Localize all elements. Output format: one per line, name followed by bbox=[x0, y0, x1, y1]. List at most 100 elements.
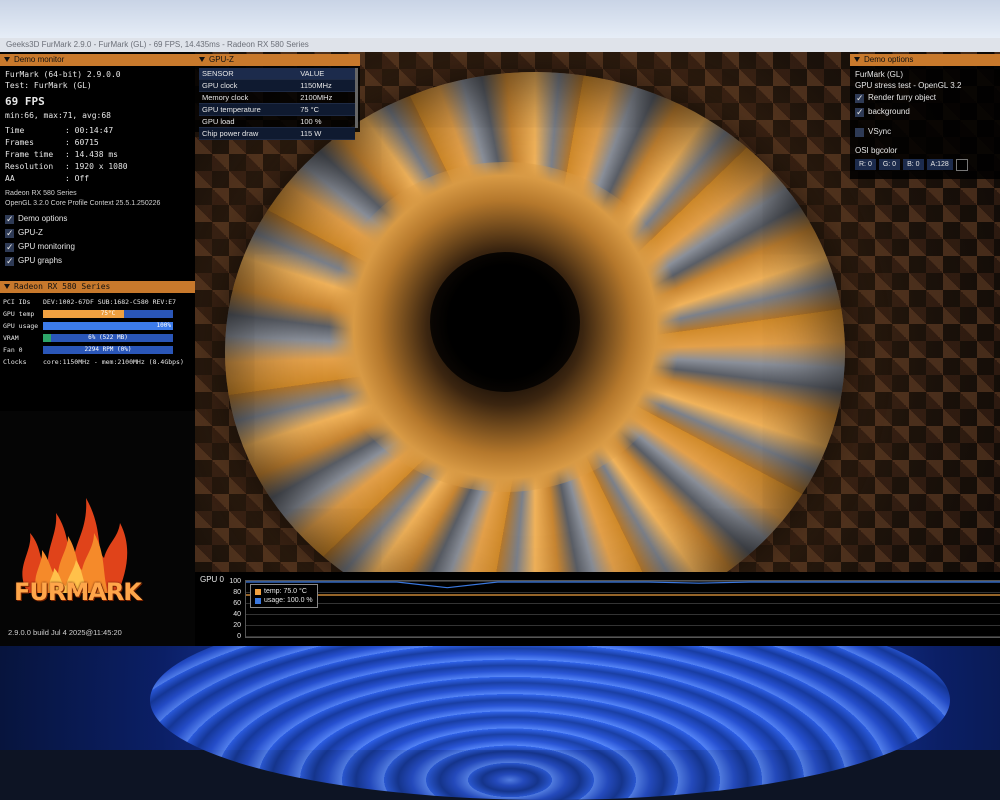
legend-swatch bbox=[255, 588, 261, 595]
vram-label: VRAM bbox=[3, 334, 19, 342]
stat-row: Time : 00:14:47 bbox=[5, 125, 190, 137]
gpu-usage-label: GPU usage bbox=[3, 322, 39, 330]
fan-label: Fan 0 bbox=[3, 346, 23, 354]
sensor-cell: GPU temperature bbox=[199, 103, 298, 116]
checkbox-label: Render furry object bbox=[868, 93, 937, 102]
stat-row: Frame time: 14.438 ms bbox=[5, 149, 190, 161]
checkbox-gpuz[interactable]: GPU-Z bbox=[5, 226, 190, 240]
graph-y-axis: 100 80 60 40 20 0 bbox=[225, 576, 241, 642]
collapse-triangle-icon[interactable] bbox=[199, 57, 205, 62]
table-row: GPU load 100 % bbox=[199, 115, 355, 128]
demo-options-panel: Demo options FurMark (GL) GPU stress tes… bbox=[850, 54, 1000, 179]
table-row: Chip power draw 115 W bbox=[199, 127, 355, 140]
checkbox-label: GPU graphs bbox=[18, 256, 63, 265]
sensor-cell: GPU load bbox=[199, 115, 298, 128]
checkbox-label: VSync bbox=[868, 127, 892, 136]
gpu-temp-bar: 75°C bbox=[43, 310, 173, 318]
stat-row: Frames: 60715 bbox=[5, 137, 190, 149]
gpuz-panel: GPU-Z SENSOR VALUE GPU clock 1150MHz Memor… bbox=[195, 54, 360, 140]
gpuz-scrollbar[interactable] bbox=[355, 68, 358, 128]
osi-color-swatch[interactable] bbox=[955, 159, 968, 171]
logo-text: FURMARK bbox=[14, 578, 142, 606]
checkbox-label: GPU monitoring bbox=[18, 242, 75, 251]
checkbox-icon[interactable] bbox=[855, 127, 864, 137]
checkbox-label: GPU-Z bbox=[18, 228, 43, 237]
gpu-temp-row: GPU temp 75°C bbox=[0, 308, 195, 320]
collapse-triangle-icon[interactable] bbox=[854, 57, 860, 62]
checkbox-label: background bbox=[868, 107, 910, 116]
value-cell: 1150MHz bbox=[297, 79, 355, 92]
pci-value: DEV:1002-67DF SUB:1682-C580 REV:E7 bbox=[43, 298, 177, 306]
value-cell: 100 % bbox=[297, 115, 355, 128]
checkbox-gpu-monitoring[interactable]: GPU monitoring bbox=[5, 240, 190, 254]
clocks-label: Clocks bbox=[3, 358, 27, 366]
value-cell: 2100MHz bbox=[297, 91, 355, 104]
gpuz-header[interactable]: GPU-Z bbox=[195, 54, 360, 66]
col-value: VALUE bbox=[297, 68, 355, 80]
osi-g-field[interactable]: G: 0 bbox=[878, 159, 901, 170]
checkbox-background[interactable]: background bbox=[855, 105, 995, 119]
donut-hole bbox=[430, 252, 580, 392]
checkbox-render-furry[interactable]: Render furry object bbox=[855, 91, 995, 105]
checkbox-icon[interactable] bbox=[5, 212, 14, 226]
y-tick: 60 bbox=[233, 600, 241, 607]
checkbox-gpu-graphs[interactable]: GPU graphs bbox=[5, 254, 190, 268]
collapse-triangle-icon[interactable] bbox=[4, 57, 10, 62]
opengl-info: OpenGL 3.2.0 Core Profile Context 25.5.1… bbox=[5, 200, 161, 207]
checkbox-icon[interactable] bbox=[5, 240, 14, 254]
demo-monitor-title: Demo monitor bbox=[14, 55, 65, 64]
checkbox-icon[interactable] bbox=[5, 254, 14, 268]
sensor-cell: Chip power draw bbox=[199, 127, 298, 140]
legend-item-usage: usage: 100.0 % bbox=[255, 596, 313, 605]
checkbox-vsync[interactable]: VSync bbox=[855, 125, 995, 139]
osi-label: OSI bgcolor bbox=[855, 146, 898, 155]
demo-options-header[interactable]: Demo options bbox=[850, 54, 1000, 66]
fps-value: 69 FPS bbox=[5, 95, 45, 108]
table-row: GPU temperature 75 °C bbox=[199, 103, 355, 116]
series-line-1 bbox=[246, 581, 1000, 589]
pci-row: PCI IDs DEV:1002-67DF SUB:1682-C580 REV:E… bbox=[0, 296, 195, 308]
fan-value: 2294 RPM (0%) bbox=[84, 346, 132, 353]
stat-value: : 00:14:47 bbox=[65, 126, 114, 135]
demo-monitor-header[interactable]: Demo monitor bbox=[0, 54, 195, 66]
osi-color-fields: R: 0 G: 0 B: 0 A:128 bbox=[855, 159, 995, 171]
gpuz-title: GPU-Z bbox=[209, 55, 234, 64]
stat-key: Time bbox=[5, 126, 25, 135]
checkbox-icon[interactable] bbox=[5, 226, 14, 240]
checkbox-icon[interactable] bbox=[855, 105, 864, 119]
vram-row: VRAM 6% (522 MB) bbox=[0, 332, 195, 344]
legend-item-temp: temp: 75.0 °C bbox=[255, 587, 313, 596]
stat-key: Resolution bbox=[5, 162, 54, 171]
gpu-usage-row: GPU usage 100% bbox=[0, 320, 195, 332]
vram-bar: 6% (522 MB) bbox=[43, 334, 173, 342]
app-version: FurMark (64-bit) 2.9.0.0 bbox=[5, 70, 121, 79]
y-tick: 40 bbox=[233, 611, 241, 618]
graph-svg bbox=[246, 581, 1000, 596]
test-name: Test: FurMark (GL) bbox=[5, 81, 92, 90]
furmark-window: Geeks3D FurMark 2.9.0 - FurMark (GL) - 6… bbox=[0, 38, 1000, 646]
checkbox-demo-options[interactable]: Demo options bbox=[5, 212, 190, 226]
build-info: 2.9.0.0 build Jul 4 2025@11:45:20 bbox=[8, 628, 122, 637]
y-tick: 20 bbox=[233, 622, 241, 629]
stat-key: Frame time bbox=[5, 150, 54, 159]
stat-value: : Off bbox=[65, 174, 90, 183]
osi-r-field[interactable]: R: 0 bbox=[855, 159, 876, 170]
osi-b-field[interactable]: B: 0 bbox=[903, 159, 924, 170]
osi-a-field[interactable]: A:128 bbox=[926, 159, 953, 170]
checkbox-icon[interactable] bbox=[855, 91, 864, 105]
gpu-usage-bar: 100% bbox=[43, 322, 173, 330]
stat-row: AA: Off bbox=[5, 173, 190, 185]
furmark-logo: FURMARK bbox=[8, 488, 142, 628]
y-tick: 100 bbox=[229, 578, 241, 585]
table-row: Memory clock 2100MHz bbox=[199, 91, 355, 104]
radeon-header[interactable]: Radeon RX 580 Series bbox=[0, 281, 195, 293]
radeon-title: Radeon RX 580 Series bbox=[14, 282, 111, 291]
gpu-name: Radeon RX 580 Series bbox=[5, 190, 77, 197]
gpu-temp-value: 75°C bbox=[100, 310, 116, 317]
table-header-row: SENSOR VALUE bbox=[199, 68, 355, 80]
collapse-triangle-icon[interactable] bbox=[4, 284, 10, 289]
table-row: GPU clock 1150MHz bbox=[199, 79, 355, 92]
legend-label: usage: 100.0 % bbox=[264, 597, 313, 604]
window-titlebar[interactable]: Geeks3D FurMark 2.9.0 - FurMark (GL) - 6… bbox=[0, 38, 1000, 52]
stat-key: Frames bbox=[5, 138, 34, 147]
